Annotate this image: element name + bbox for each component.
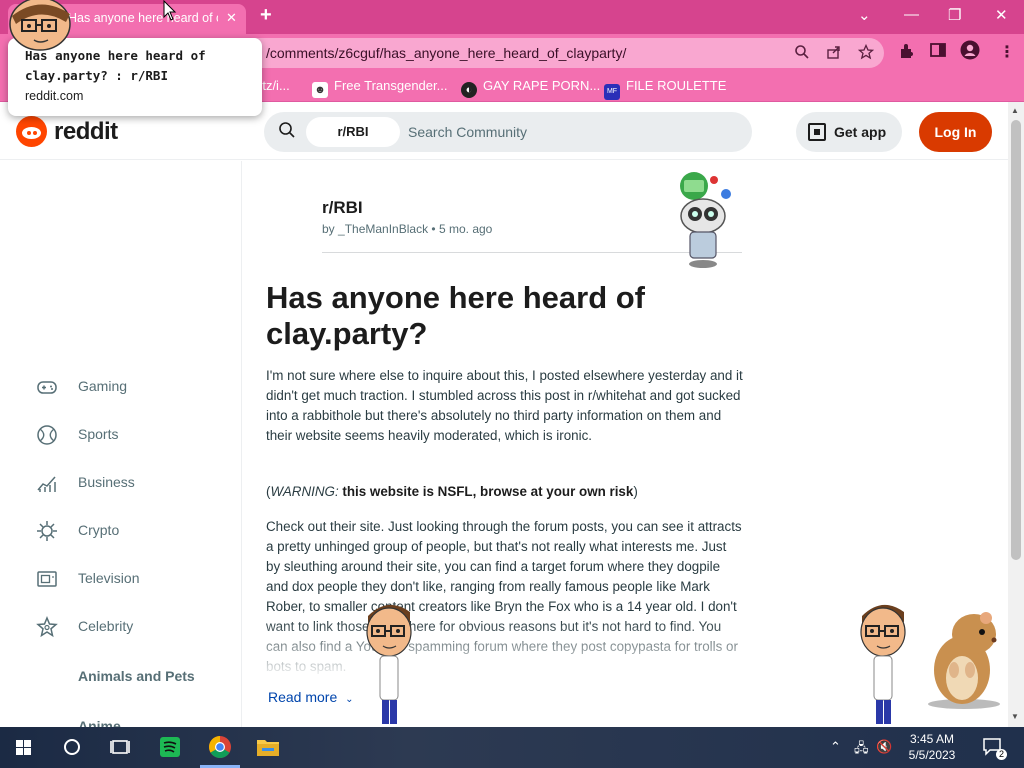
- taskbar-clock[interactable]: 3:45 AM 5/5/2023: [900, 731, 964, 763]
- post-age: 5 mo. ago: [438, 222, 493, 236]
- tab-close-icon[interactable]: ✕: [226, 10, 237, 26]
- sidebar-section-animals-and-pets[interactable]: Animals and Pets: [78, 668, 195, 684]
- tooltip-domain: reddit.com: [25, 89, 84, 103]
- bookmark-item[interactable]: ☻ Free Transgender...: [312, 78, 447, 98]
- windows-start-icon[interactable]: [0, 727, 48, 768]
- page-scrollbar[interactable]: ▲ ▼: [1008, 102, 1024, 727]
- scroll-down-arrow-icon[interactable]: ▼: [1011, 712, 1019, 721]
- sidebar-item-label: Sports: [78, 426, 119, 442]
- browser-tab-bar: Has anyone here heard of clay.party? : r…: [0, 0, 1024, 34]
- tv-icon: [37, 571, 57, 587]
- community-chip[interactable]: r/RBI: [306, 117, 400, 147]
- bookmark-item[interactable]: ◐ GAY RAPE PORN...: [461, 78, 600, 98]
- mouse-cursor-icon: [163, 0, 177, 21]
- extensions-icon[interactable]: [898, 42, 916, 60]
- bookmark-item[interactable]: MF FILE ROULETTE: [604, 78, 726, 100]
- target-forum-link[interactable]: target forum: [532, 559, 604, 574]
- chrome-icon[interactable]: [196, 727, 244, 768]
- tab-search-icon[interactable]: ⌄: [858, 6, 871, 24]
- ball-icon: [37, 425, 57, 445]
- minimize-icon[interactable]: —: [904, 6, 919, 23]
- clock-time: 3:45 AM: [909, 732, 955, 746]
- qr-code-icon: [808, 123, 826, 141]
- post-meta: by _TheManInBlack • 5 mo. ago: [322, 222, 493, 236]
- search-input[interactable]: [408, 112, 738, 152]
- spotify-icon[interactable]: [146, 727, 194, 768]
- post-title: Has anyone here heard of clay.party?: [266, 280, 646, 351]
- share-icon[interactable]: [826, 44, 842, 60]
- chevron-up-icon[interactable]: ⌃: [830, 739, 841, 755]
- sidebar-item-label: Celebrity: [78, 618, 134, 634]
- post-subreddit-link[interactable]: r/RBI: [322, 198, 363, 218]
- bookmark-star-icon[interactable]: [858, 44, 874, 60]
- post-paragraph: I'm not sure where else to inquire about…: [266, 368, 743, 443]
- profile-icon[interactable]: [960, 40, 980, 60]
- file-favicon-icon: MF: [604, 84, 620, 100]
- scroll-up-arrow-icon[interactable]: ▲: [1011, 106, 1019, 115]
- volume-muted-icon[interactable]: 🔇: [876, 739, 892, 755]
- url-text: /comments/z6cguf/has_anyone_here_heard_o…: [266, 45, 627, 61]
- search-icon[interactable]: [48, 727, 96, 768]
- post-warning: (WARNING: this website is NSFL, browse a…: [266, 484, 638, 499]
- subreddit-avatar[interactable]: [272, 192, 310, 230]
- restore-icon[interactable]: ❐: [948, 6, 961, 24]
- windows-taskbar: ⌃ 🖧 🔇 3:45 AM 5/5/2023 2: [0, 727, 1024, 768]
- sidebar-item-label: Television: [78, 570, 140, 586]
- address-bar[interactable]: /comments/z6cguf/has_anyone_here_heard_o…: [238, 38, 884, 68]
- bookmark-item[interactable]: rtz/i...: [258, 78, 290, 93]
- window-close-icon[interactable]: ✕: [995, 6, 1008, 24]
- search-icon[interactable]: [794, 44, 810, 60]
- hamster-overlay: [928, 612, 1000, 709]
- whitehat-link[interactable]: r/whitehat: [588, 388, 646, 403]
- menu-dots-icon[interactable]: ⋮: [999, 42, 1015, 62]
- tab-title: Has anyone here heard of clay.party? : r…: [68, 11, 218, 25]
- get-app-label: Get app: [834, 124, 887, 140]
- user-avatar-illustration: [680, 172, 731, 268]
- sidebar-item-label: Gaming: [78, 378, 128, 394]
- gamepad-icon: [37, 381, 57, 394]
- chart-icon: [37, 476, 56, 492]
- cartoon-character-overlay: [9, 0, 71, 51]
- side-panel-icon[interactable]: [930, 42, 946, 58]
- search-bar[interactable]: r/RBI: [264, 112, 752, 152]
- crypto-icon: [37, 521, 57, 541]
- chevron-down-icon: ⌄: [345, 694, 354, 705]
- search-icon: [279, 122, 295, 138]
- sidebar-item-label: Business: [78, 474, 135, 490]
- clock-date: 5/5/2023: [908, 748, 956, 762]
- task-view-icon[interactable]: [96, 727, 144, 768]
- read-more-button[interactable]: Read more ⌄: [268, 689, 354, 705]
- file-explorer-icon[interactable]: [244, 727, 292, 768]
- scrollbar-thumb[interactable]: [1011, 120, 1021, 560]
- get-app-button[interactable]: Get app: [796, 112, 902, 152]
- sidebar-item-label: Crypto: [78, 522, 120, 538]
- mask-favicon-icon: ☻: [312, 82, 328, 98]
- globe-favicon-icon: ◐: [461, 82, 477, 98]
- reddit-logo-icon[interactable]: [16, 116, 47, 147]
- post-author-link[interactable]: _TheManInBlack: [338, 222, 428, 236]
- reddit-wordmark[interactable]: reddit: [54, 118, 118, 146]
- cartoon-character-overlay: [860, 604, 906, 724]
- star-icon: [36, 616, 58, 638]
- notification-count-badge: 2: [996, 749, 1008, 760]
- network-icon[interactable]: 🖧: [854, 739, 869, 761]
- login-button[interactable]: Log In: [919, 112, 992, 152]
- sidebar-item-anime[interactable]: Anime: [78, 718, 121, 727]
- read-more-fade: [266, 620, 746, 680]
- new-tab-button[interactable]: +: [260, 4, 272, 27]
- cartoon-character-overlay: [366, 604, 412, 724]
